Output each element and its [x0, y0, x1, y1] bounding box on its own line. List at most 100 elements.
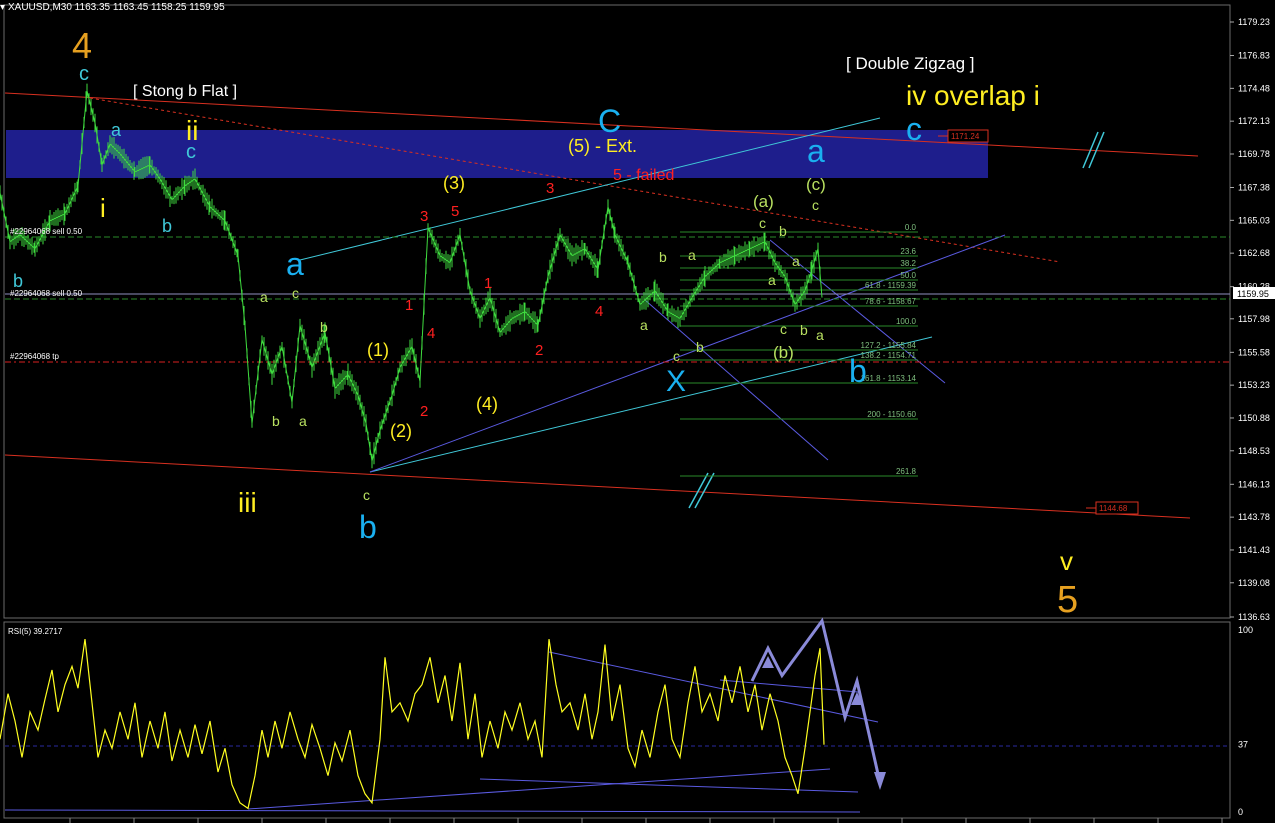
wave-label: a [286, 246, 304, 282]
wave-label: c [812, 197, 819, 213]
header-arrow: ▾ [0, 2, 5, 13]
wave-label: [ Double Zigzag ] [846, 54, 975, 73]
rsi-tick-label: 0 [1238, 807, 1243, 817]
svg-text:1144.68: 1144.68 [1099, 504, 1128, 513]
price-tick-label: 1139.08 [1238, 578, 1270, 588]
price-tick-label: 1176.83 [1238, 51, 1270, 61]
wave-label: a [816, 327, 824, 343]
wave-label: b [13, 271, 23, 291]
price-tick-label: 1143.78 [1238, 512, 1270, 522]
svg-text:1171.24: 1171.24 [951, 132, 980, 141]
rsi-label: RSI(5) 39.2717 [8, 627, 63, 636]
wave-label: b [659, 249, 667, 265]
price-tick-label: 1162.68 [1238, 248, 1270, 258]
fib-level-label: 138.2 - 1154.71 [861, 351, 917, 360]
price-tick-label: 1150.88 [1238, 413, 1270, 423]
order-label-tp: #22964068 tp [10, 352, 59, 361]
wave-label: b [320, 319, 328, 335]
fib-level-label: 0.0 [905, 223, 917, 232]
wave-label: (b) [773, 343, 794, 362]
wave-label: i [100, 193, 106, 223]
fib-level-label: 78.6 - 1158.67 [865, 297, 917, 306]
wave-label: a [768, 272, 776, 288]
wave-label: v [1060, 546, 1073, 576]
wave-label: (1) [367, 340, 389, 360]
wave-label: a [299, 413, 307, 429]
price-tick-label: 1157.98 [1238, 314, 1270, 324]
wave-label: a [640, 317, 648, 333]
xauusd-m30-chart[interactable]: 0.0 23.6 38.2 50.061.8 - 1159.39 78.6 - 1158… [0, 0, 1275, 823]
wave-label: 3 [546, 180, 554, 197]
price-tick-label: 1172.13 [1238, 116, 1270, 126]
wave-label: (4) [476, 394, 498, 414]
wave-label: 2 [420, 403, 428, 420]
wave-label: iv overlap i [906, 80, 1040, 111]
price-tick-label: 1153.23 [1238, 380, 1270, 390]
wave-label: (a) [753, 192, 774, 211]
wave-label: b [272, 413, 280, 429]
wave-label: b [800, 322, 808, 338]
rsi-tick-label: 100 [1238, 625, 1253, 635]
rsi-tick-label: 37 [1238, 740, 1248, 750]
wave-label: X [666, 365, 686, 398]
price-tick-label: 1146.13 [1238, 479, 1270, 489]
wave-label: 4 [427, 325, 435, 342]
price-tick-label: 1165.03 [1238, 215, 1270, 225]
wave-label: b [849, 353, 867, 389]
chart-header: XAUUSD,M30 1163.35 1163.45 1158.25 1159.… [8, 2, 225, 13]
wave-label: 2 [535, 342, 543, 359]
wave-label: 3 [420, 208, 428, 225]
wave-label: c [780, 321, 787, 337]
fib-level-label: 200 - 1150.60 [867, 410, 916, 419]
wave-label: (c) [806, 175, 826, 194]
fib-level-label: 127.2 - 1155.84 [861, 341, 917, 350]
wave-label: b [359, 509, 377, 545]
price-tick-label: 1148.53 [1238, 446, 1270, 456]
wave-label: (5) - Ext. [568, 136, 637, 156]
price-tick-label: 1136.63 [1238, 612, 1270, 622]
wave-label: a [792, 253, 800, 269]
wave-label: 4 [595, 303, 603, 320]
wave-label: c [673, 348, 680, 364]
wave-label: iii [238, 487, 257, 518]
wave-label: c [79, 63, 89, 85]
wave-label: a [688, 247, 696, 263]
wave-label: C [598, 103, 621, 139]
wave-label: 5 - failed [613, 167, 674, 184]
wave-label: c [363, 487, 370, 503]
wave-label: c [186, 141, 196, 163]
fib-level-label: 23.6 [900, 247, 916, 256]
price-tick-label: 1141.43 [1238, 545, 1270, 555]
wave-label: 4 [72, 25, 92, 66]
order-label-1: #22964068 sell 0.50 [10, 227, 83, 236]
wave-label: (2) [390, 421, 412, 441]
wave-label: b [696, 339, 704, 355]
wave-label: a [260, 289, 268, 305]
svg-text:1159.95: 1159.95 [1237, 289, 1269, 299]
price-tick-label: 1155.58 [1238, 347, 1270, 357]
fib-level-label: 50.0 [900, 271, 916, 280]
price-tick-label: 1174.48 [1238, 83, 1270, 93]
price-tick-label: 1169.78 [1238, 149, 1270, 159]
wave-label: 1 [484, 275, 492, 292]
wave-label: c [906, 111, 922, 147]
fib-level-label: 38.2 [900, 259, 916, 268]
wave-label: (3) [443, 173, 465, 193]
current-price-tag: 1159.95 [1233, 287, 1275, 299]
price-tick-label: 1167.38 [1238, 183, 1270, 193]
wave-label: 5 [451, 203, 459, 220]
fib-level-label: 100.0 [896, 317, 917, 326]
wave-label: [ Stong b Flat ] [133, 83, 237, 100]
price-tick-label: 1179.23 [1238, 17, 1270, 27]
wave-label: c [759, 215, 766, 231]
wave-label: 1 [405, 297, 413, 314]
fib-level-label: 61.8 - 1159.39 [865, 281, 917, 290]
fib-level-label: 261.8 [896, 467, 917, 476]
wave-label: 5 [1057, 579, 1078, 621]
wave-label: c [292, 285, 299, 301]
wave-label: a [807, 133, 825, 169]
wave-label: b [162, 216, 172, 236]
wave-label: a [111, 120, 122, 140]
wave-label: b [779, 223, 787, 239]
fib-level-label: 161.8 - 1153.14 [861, 374, 917, 383]
